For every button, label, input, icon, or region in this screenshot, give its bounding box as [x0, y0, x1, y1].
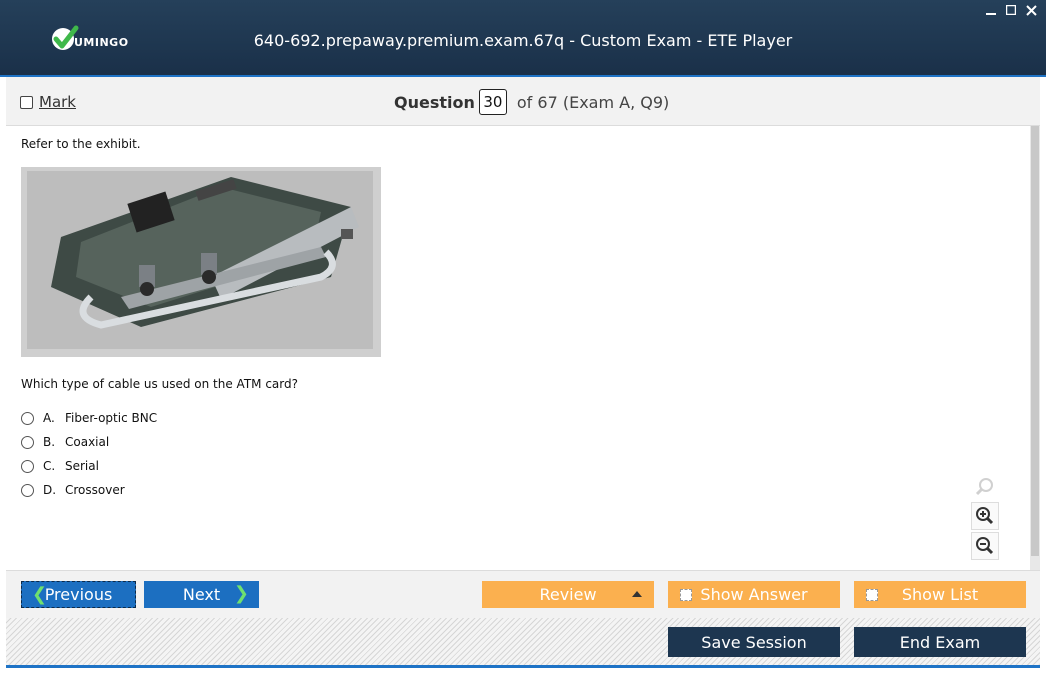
answer-text: Serial [65, 459, 99, 473]
window-controls [984, 3, 1038, 17]
answer-option-c[interactable]: C. Serial [21, 454, 157, 478]
exhibit-prompt: Refer to the exhibit. [21, 137, 141, 151]
radio-button[interactable] [21, 435, 34, 449]
app-window: UMINGO 640-692.prepaway.premium.exam.67q… [0, 0, 1046, 673]
answer-letter: A. [43, 411, 55, 425]
answer-list: A. Fiber-optic BNC B. Coaxial C. Serial … [21, 406, 157, 502]
question-header: Mark Question 30 of 67 (Exam A, Q9) [6, 77, 1040, 126]
question-word: Question [394, 92, 475, 112]
save-session-button[interactable]: Save Session [668, 627, 840, 657]
show-answer-button[interactable]: Show Answer [668, 581, 840, 608]
zoom-in-icon[interactable] [971, 502, 999, 530]
question-navigator: Question 30 of 67 (Exam A, Q9) [394, 89, 669, 115]
answer-text: Fiber-optic BNC [65, 411, 158, 425]
previous-button[interactable]: ❮ Previous [21, 581, 136, 608]
navigation-bar: ❮ Previous Next ❯ Review Show Answer Sho… [6, 570, 1040, 619]
radio-button[interactable] [21, 411, 34, 425]
mark-checkbox[interactable]: Mark [20, 93, 76, 111]
end-exam-button[interactable]: End Exam [854, 627, 1026, 657]
vertical-scrollbar[interactable] [1030, 126, 1040, 570]
radio-button[interactable] [21, 459, 34, 473]
minimize-icon[interactable] [984, 3, 998, 17]
zoom-tools [971, 474, 999, 560]
mark-label: Mark [39, 93, 76, 111]
review-label: Review [539, 585, 597, 604]
question-number-input[interactable]: 30 [478, 89, 507, 115]
atm-card-image [21, 167, 381, 357]
close-icon[interactable] [1024, 3, 1038, 17]
title-bar: UMINGO 640-692.prepaway.premium.exam.67q… [0, 0, 1046, 77]
show-list-label: Show List [901, 585, 979, 604]
answer-text: Crossover [65, 483, 125, 497]
show-answer-label: Show Answer [700, 585, 808, 604]
answer-letter: C. [43, 459, 56, 473]
question-content: Refer to the exhibit. Which type of cabl… [6, 126, 1030, 570]
maximize-icon[interactable] [1004, 3, 1018, 17]
show-list-button[interactable]: Show List [854, 581, 1026, 608]
next-label: Next [182, 585, 221, 604]
scrollbar-thumb[interactable] [1031, 126, 1039, 556]
zoom-out-icon[interactable] [971, 532, 999, 560]
review-button[interactable]: Review [482, 581, 654, 608]
checkbox-icon [866, 589, 878, 601]
chevron-left-icon: ❮ [32, 584, 48, 605]
exhibit-image [21, 167, 381, 357]
previous-label: Previous [44, 585, 113, 604]
chevron-right-icon: ❯ [233, 583, 249, 604]
question-count-text: of 67 (Exam A, Q9) [516, 92, 670, 112]
caret-up-icon [632, 591, 642, 597]
window-title: 640-692.prepaway.premium.exam.67q - Cust… [253, 31, 793, 50]
mark-checkbox-box[interactable] [20, 95, 33, 109]
answer-option-a[interactable]: A. Fiber-optic BNC [21, 406, 157, 430]
zoom-reset-icon[interactable] [971, 474, 997, 500]
answer-option-b[interactable]: B. Coaxial [21, 430, 157, 454]
radio-button[interactable] [21, 483, 34, 497]
answer-option-d[interactable]: D. Crossover [21, 478, 157, 502]
question-text: Which type of cable us used on the ATM c… [21, 377, 298, 391]
next-button[interactable]: Next ❯ [144, 581, 259, 608]
checkbox-icon [680, 589, 692, 601]
footer-bar: Save Session End Exam [6, 618, 1040, 668]
answer-letter: B. [43, 435, 56, 449]
answer-text: Coaxial [65, 435, 110, 449]
answer-letter: D. [43, 483, 57, 497]
